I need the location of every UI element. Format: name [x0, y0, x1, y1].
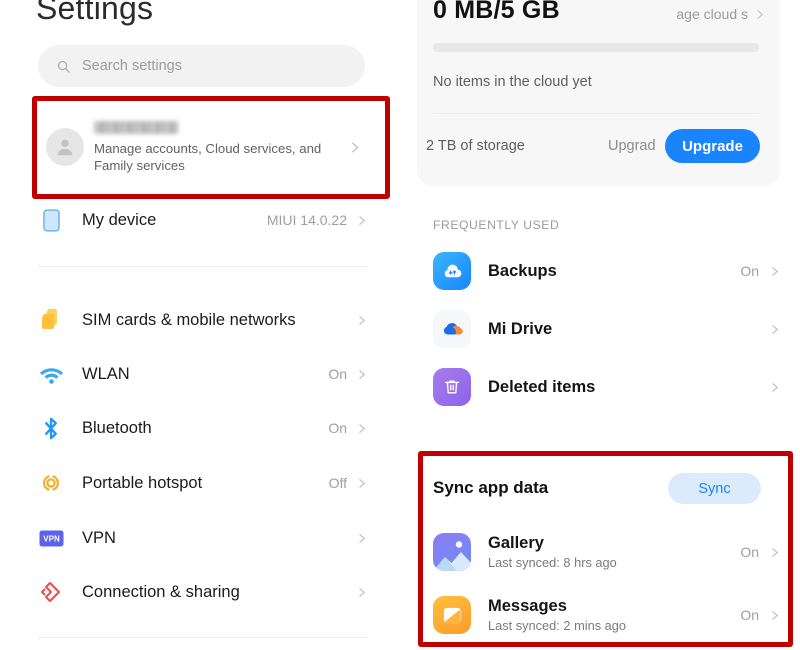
sync-button[interactable]: Sync — [668, 473, 761, 504]
list-item-backups[interactable]: Backups On — [433, 247, 781, 295]
backups-cloud-icon — [433, 252, 471, 290]
list-item-label: Mi Drive — [488, 319, 553, 338]
vpn-icon: VPN — [38, 525, 64, 551]
sidebar-item-label: SIM cards & mobile networks — [82, 310, 296, 329]
frequently-used-header: FREQUENTLY USED — [433, 218, 560, 232]
bluetooth-icon — [38, 415, 64, 441]
chevron-right-icon — [772, 547, 778, 557]
list-item-label: Backups — [488, 261, 557, 280]
account-subtitle: Manage accounts, Cloud services, and Fam… — [94, 140, 322, 173]
list-item-text: Gallery Last synced: 8 hrs ago — [488, 534, 740, 570]
messages-icon — [433, 596, 471, 634]
sidebar-item-value: On — [328, 420, 347, 436]
sidebar-item-label: WLAN — [82, 364, 130, 383]
sidebar-item-label: Bluetooth — [82, 418, 152, 437]
sidebar-item-sim-cards[interactable]: SIM cards & mobile networks — [38, 298, 368, 342]
sidebar-item-wlan[interactable]: WLAN On — [38, 352, 368, 396]
search-placeholder: Search settings — [82, 58, 182, 74]
device-icon — [38, 207, 64, 233]
sidebar-item-value: MIUI 14.0.22 — [266, 212, 347, 228]
chevron-right-icon — [359, 369, 365, 379]
list-item-value: On — [740, 263, 759, 279]
settings-screenshot: Settings Search settings Manage accounts… — [0, 0, 800, 650]
sidebar-item-vpn[interactable]: VPN VPN — [38, 516, 368, 560]
chevron-right-icon — [757, 9, 763, 19]
search-icon — [57, 60, 70, 73]
trash-icon — [433, 368, 471, 406]
chevron-right-icon — [772, 324, 778, 334]
chevron-right-icon — [772, 266, 778, 276]
list-item-sublabel: Last synced: 8 hrs ago — [488, 555, 617, 570]
divider — [38, 637, 368, 638]
list-item-sublabel: Last synced: 2 mins ago — [488, 618, 626, 633]
list-item-value: On — [740, 607, 759, 623]
chevron-right-icon — [359, 533, 365, 543]
person-avatar-icon — [57, 139, 73, 156]
page-title: Settings — [36, 0, 154, 26]
chevron-right-icon — [359, 478, 365, 488]
sync-app-data-header: Sync app data — [433, 478, 549, 497]
chevron-right-icon — [772, 382, 778, 392]
list-item-label: Gallery — [488, 534, 544, 552]
hotspot-icon — [38, 470, 64, 496]
upgrade-button[interactable]: Upgrade — [665, 129, 760, 163]
list-item-label: Deleted items — [488, 377, 596, 396]
manage-cloud-storage-label: age cloud s — [676, 6, 748, 22]
chevron-right-icon — [772, 610, 778, 620]
cloud-empty-text: No items in the cloud yet — [433, 74, 592, 90]
sidebar-item-label: VPN — [82, 528, 116, 547]
list-item-label: Messages — [488, 597, 567, 615]
sim-card-icon — [38, 307, 64, 333]
sidebar-item-portable-hotspot[interactable]: Portable hotspot Off — [38, 461, 368, 505]
account-row[interactable]: Manage accounts, Cloud services, and Fam… — [38, 104, 368, 190]
divider — [433, 113, 759, 114]
sidebar-item-bluetooth[interactable]: Bluetooth On — [38, 406, 368, 450]
manage-cloud-storage-link[interactable]: age cloud s — [676, 6, 766, 22]
cloud-storage-progress-bar — [433, 43, 759, 52]
chevron-right-icon — [352, 142, 359, 152]
sidebar-item-value: Off — [328, 475, 347, 491]
list-item-gallery[interactable]: Gallery Last synced: 8 hrs ago On — [433, 528, 781, 576]
sidebar-item-label: Connection & sharing — [82, 582, 240, 601]
cloud-storage-offer-text: 2 TB of storage — [426, 138, 525, 154]
chevron-right-icon — [359, 315, 365, 325]
list-item-text: Messages Last synced: 2 mins ago — [488, 597, 740, 633]
list-item-mi-drive[interactable]: Mi Drive — [433, 305, 781, 353]
sidebar-item-my-device[interactable]: My device MIUI 14.0.22 — [38, 198, 368, 242]
mi-drive-icon — [433, 310, 471, 348]
avatar — [46, 128, 84, 166]
cloud-usage-text: 0 MB/5 GB — [433, 0, 560, 24]
sidebar-item-label: Portable hotspot — [82, 473, 203, 492]
gallery-icon — [433, 533, 471, 571]
list-item-deleted-items[interactable]: Deleted items — [433, 363, 781, 411]
wifi-icon — [38, 361, 64, 387]
list-item-value: On — [740, 544, 759, 560]
chevron-right-icon — [359, 423, 365, 433]
cloud-right-panel: 0 MB/5 GB age cloud s No items in the cl… — [400, 0, 800, 650]
chevron-right-icon — [359, 215, 365, 225]
sidebar-item-label: My device — [82, 210, 157, 229]
settings-left-panel: Settings Search settings Manage accounts… — [0, 0, 400, 650]
chevron-right-icon — [359, 587, 365, 597]
list-item-messages[interactable]: Messages Last synced: 2 mins ago On — [433, 591, 781, 639]
connection-sharing-icon — [38, 579, 64, 605]
cloud-upgrade-hint-text: Upgrad — [608, 138, 656, 154]
search-input[interactable]: Search settings — [38, 45, 365, 87]
divider — [38, 266, 368, 267]
account-name-redacted — [94, 120, 178, 134]
sidebar-item-connection-sharing[interactable]: Connection & sharing — [38, 570, 368, 614]
sidebar-item-value: On — [328, 366, 347, 382]
svg-text:VPN: VPN — [43, 534, 60, 543]
account-text: Manage accounts, Cloud services, and Fam… — [94, 120, 347, 174]
